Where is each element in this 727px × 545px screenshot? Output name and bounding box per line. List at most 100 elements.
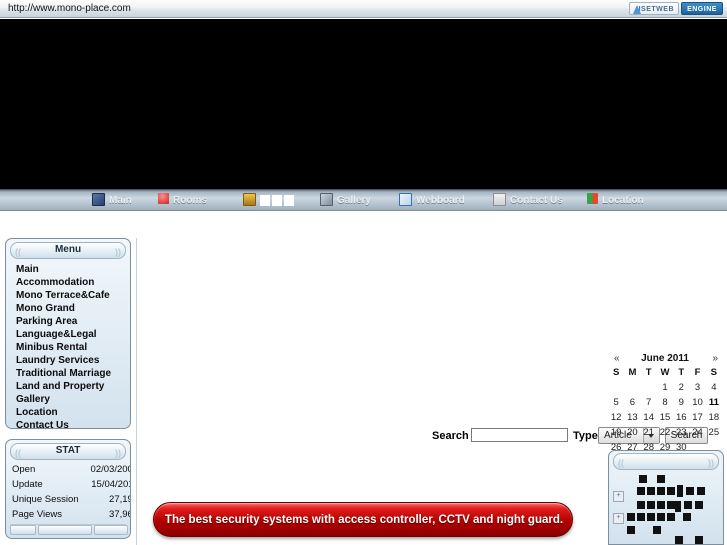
footer-tab-3 xyxy=(94,525,128,535)
calendar-day[interactable]: 22 xyxy=(657,425,673,440)
stat-label-update: Update xyxy=(12,479,43,490)
calendar-day[interactable]: 16 xyxy=(673,410,689,425)
missing-glyph-box xyxy=(683,513,691,521)
calendar-day[interactable]: 23 xyxy=(673,425,689,440)
missing-glyph-box xyxy=(653,526,661,534)
search-input[interactable] xyxy=(471,428,568,442)
menu-panel-header: (( Menu )) xyxy=(10,242,126,259)
sidebar-item-laundry-services[interactable]: Laundry Services xyxy=(6,354,130,367)
nav-item-main[interactable]: Main xyxy=(92,193,132,209)
stat-label-open: Open xyxy=(12,464,36,475)
sidebar-item-language-legal[interactable]: Language&Legal xyxy=(6,328,130,341)
calendar-day[interactable]: 21 xyxy=(641,425,657,440)
calendar-day[interactable]: 18 xyxy=(706,410,722,425)
missing-glyph-box xyxy=(677,485,683,497)
nav-item-rooms[interactable]: Rooms xyxy=(158,193,207,209)
calendar-week-row: 1 2 3 4 xyxy=(608,380,722,395)
nav-item-location-label: Location xyxy=(602,195,644,206)
missing-glyph-box xyxy=(684,501,692,509)
calendar-day[interactable]: 2 xyxy=(673,380,689,395)
stat-label-page-views: Page Views xyxy=(12,509,62,520)
calendar-day[interactable]: 10 xyxy=(689,395,705,410)
sidebar-item-contact-us[interactable]: Contact Us xyxy=(6,419,130,428)
calendar-day[interactable]: 24 xyxy=(689,425,705,440)
calendar-day[interactable]: 3 xyxy=(689,380,705,395)
calendar-weekday: F xyxy=(694,367,701,378)
table-row: Update 15/04/2011 xyxy=(6,477,130,492)
menu-panel-title: Menu xyxy=(54,244,82,255)
calendar-day[interactable]: 9 xyxy=(673,395,689,410)
right-panel-content: + + xyxy=(613,473,719,544)
calendar-day xyxy=(624,380,640,395)
calendar-week-row: 12 13 14 15 16 17 18 xyxy=(608,410,722,425)
missing-glyph-box xyxy=(675,536,683,544)
swoosh-right-icon: )) xyxy=(115,448,121,458)
content-divider xyxy=(136,238,137,545)
calendar-day xyxy=(641,380,657,395)
table-row: Unique Session 27,197 xyxy=(6,492,130,507)
calendar-day[interactable]: 6 xyxy=(624,395,640,410)
missing-glyph-box xyxy=(667,501,675,509)
calendar-day[interactable]: 13 xyxy=(624,410,640,425)
missing-glyph-box xyxy=(667,513,675,521)
notepad-icon xyxy=(399,193,412,206)
calendar-prev-button[interactable]: « xyxy=(614,352,620,365)
missing-glyph-box xyxy=(657,513,665,521)
calendar-day[interactable]: 5 xyxy=(608,395,624,410)
stat-value-page-views: 37,969 xyxy=(109,509,130,520)
stat-panel-title: STAT xyxy=(55,445,81,456)
missing-glyph-box xyxy=(657,487,665,495)
engine-badge[interactable]: ENGINE xyxy=(681,2,723,15)
nav-item-location[interactable]: Location xyxy=(587,193,644,209)
missing-glyph-box xyxy=(637,513,645,521)
nav-item-gallery[interactable]: Gallery xyxy=(320,193,371,209)
sidebar-item-mono-grand[interactable]: Mono Grand xyxy=(6,302,130,315)
calendar-day[interactable]: 12 xyxy=(608,410,624,425)
nav-item-promotion[interactable] xyxy=(243,193,296,209)
menu-list: Main Accommodation Mono Terrace&Cafe Mon… xyxy=(6,261,130,428)
calendar-day[interactable]: 4 xyxy=(706,380,722,395)
missing-glyph-box xyxy=(697,487,705,495)
isetweb-badge[interactable]: ISETWEB xyxy=(629,2,679,15)
calendar-weekday: S xyxy=(612,367,620,378)
stat-label-unique-session: Unique Session xyxy=(12,494,79,505)
table-row: Open 02/03/2009 xyxy=(6,462,130,477)
nav-item-rooms-label: Rooms xyxy=(173,195,207,206)
calendar-day[interactable]: 25 xyxy=(706,425,722,440)
search-label: Search xyxy=(432,430,469,442)
calendar-day[interactable]: 7 xyxy=(641,395,657,410)
missing-glyph-box xyxy=(657,475,665,483)
sidebar-item-gallery[interactable]: Gallery xyxy=(6,393,130,406)
nav-item-contact-us[interactable]: Contact Us xyxy=(493,193,563,209)
calendar-day[interactable]: 17 xyxy=(689,410,705,425)
promo-banner[interactable]: The best security systems with access co… xyxy=(153,502,573,537)
calendar-day[interactable]: 8 xyxy=(657,395,673,410)
sidebar-item-traditional-marriage[interactable]: Traditional Marriage xyxy=(6,367,130,380)
calendar-next-button[interactable]: » xyxy=(712,352,718,365)
sidebar-item-accommodation[interactable]: Accommodation xyxy=(6,276,130,289)
sidebar-item-location[interactable]: Location xyxy=(6,406,130,419)
calendar-day[interactable]: 15 xyxy=(657,410,673,425)
missing-glyph-box xyxy=(637,487,645,495)
sidebar-item-main[interactable]: Main xyxy=(6,263,130,276)
stat-panel: (( STAT )) Open 02/03/2009 Update 15/04/… xyxy=(5,439,131,539)
sidebar-item-parking-area[interactable]: Parking Area xyxy=(6,315,130,328)
sidebar-item-mono-terrace-cafe[interactable]: Mono Terrace&Cafe xyxy=(6,289,130,302)
sidebar-item-minibus-rental[interactable]: Minibus Rental xyxy=(6,341,130,354)
camera-icon xyxy=(320,193,333,206)
missing-glyph-box xyxy=(284,195,294,206)
nav-item-main-label: Main xyxy=(109,195,132,206)
calendar-day[interactable]: 19 xyxy=(608,425,624,440)
calendar-day-today[interactable]: 11 xyxy=(706,395,722,410)
calendar-day[interactable]: 14 xyxy=(641,410,657,425)
missing-glyph-box xyxy=(627,513,635,521)
url-text[interactable]: http://www.mono-place.com xyxy=(8,3,131,15)
calendar-day[interactable]: 1 xyxy=(657,380,673,395)
sidebar-item-land-and-property[interactable]: Land and Property xyxy=(6,380,130,393)
calendar-week-row: 5 6 7 8 9 10 11 xyxy=(608,395,722,410)
missing-glyph-box xyxy=(272,195,282,206)
calendar-day[interactable]: 20 xyxy=(624,425,640,440)
calendar-day xyxy=(608,380,624,395)
stat-value-open: 02/03/2009 xyxy=(90,464,130,475)
nav-item-webboard[interactable]: Webboard xyxy=(399,193,465,209)
